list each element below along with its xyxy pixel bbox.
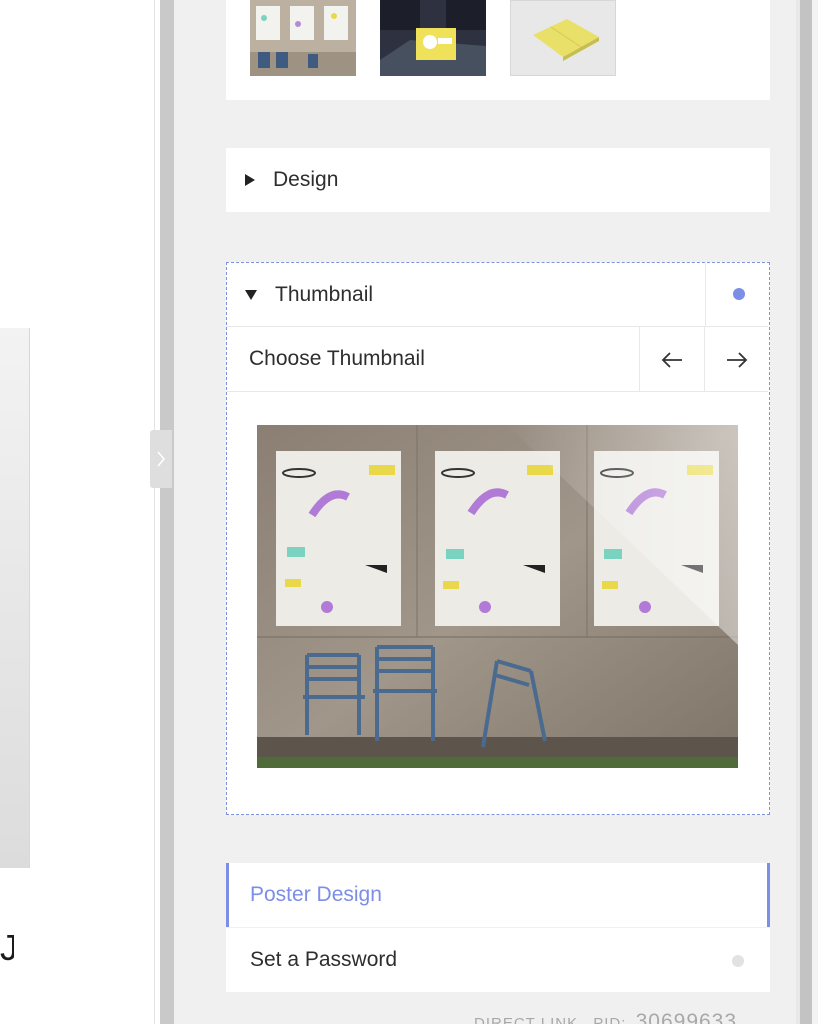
canvas-border xyxy=(154,0,155,1024)
panel-resize-bar[interactable] xyxy=(160,0,174,1024)
arrow-left-icon xyxy=(661,351,682,368)
status-dot-inactive xyxy=(732,955,744,967)
page-preview-image xyxy=(0,328,30,868)
gallery-thumb-studio-sign[interactable] xyxy=(380,0,486,76)
poster-design-item[interactable]: Poster Design xyxy=(226,863,770,927)
canvas-area: J xyxy=(0,0,160,1024)
set-password-item[interactable]: Set a Password xyxy=(226,928,770,992)
thumbnail-section: Thumbnail Choose Thumbnail xyxy=(226,262,770,815)
pid-label: PID: xyxy=(593,1015,627,1024)
design-section[interactable]: Design xyxy=(226,148,770,212)
arrow-right-icon xyxy=(726,351,747,368)
header-divider xyxy=(705,263,706,327)
window-edge xyxy=(812,0,818,1024)
poster-design-label: Poster Design xyxy=(250,883,382,906)
thumbnail-preview-image[interactable] xyxy=(257,425,738,768)
design-section-header[interactable]: Design xyxy=(245,168,338,192)
panel-scrollbar[interactable] xyxy=(800,0,812,1024)
pid-value: 30699633 xyxy=(635,1010,738,1024)
set-password-label: Set a Password xyxy=(250,948,398,971)
thumbnail-section-label: Thumbnail xyxy=(275,283,374,306)
gallery-thumb-posters-wall[interactable] xyxy=(250,0,356,76)
direct-link[interactable]: DIRECT LINK xyxy=(474,1015,578,1024)
footer-info: DIRECT LINK PID: 30699633 xyxy=(474,1010,774,1024)
next-thumbnail-button[interactable] xyxy=(704,327,768,392)
preview-glyph: J xyxy=(0,928,14,968)
caret-down-icon xyxy=(245,290,257,300)
chevron-right-icon xyxy=(157,451,166,467)
gallery-thumb-yellow-brochure[interactable] xyxy=(510,0,616,76)
caret-right-icon xyxy=(245,174,255,186)
choose-thumbnail-row: Choose Thumbnail xyxy=(227,327,768,392)
status-dot-active[interactable] xyxy=(733,288,745,300)
design-section-label: Design xyxy=(273,168,339,191)
previous-thumbnail-button[interactable] xyxy=(639,327,704,392)
choose-thumbnail-label: Choose Thumbnail xyxy=(249,347,425,370)
thumbnail-section-header[interactable]: Thumbnail xyxy=(227,263,768,327)
panel-toggle-button[interactable] xyxy=(150,430,172,488)
